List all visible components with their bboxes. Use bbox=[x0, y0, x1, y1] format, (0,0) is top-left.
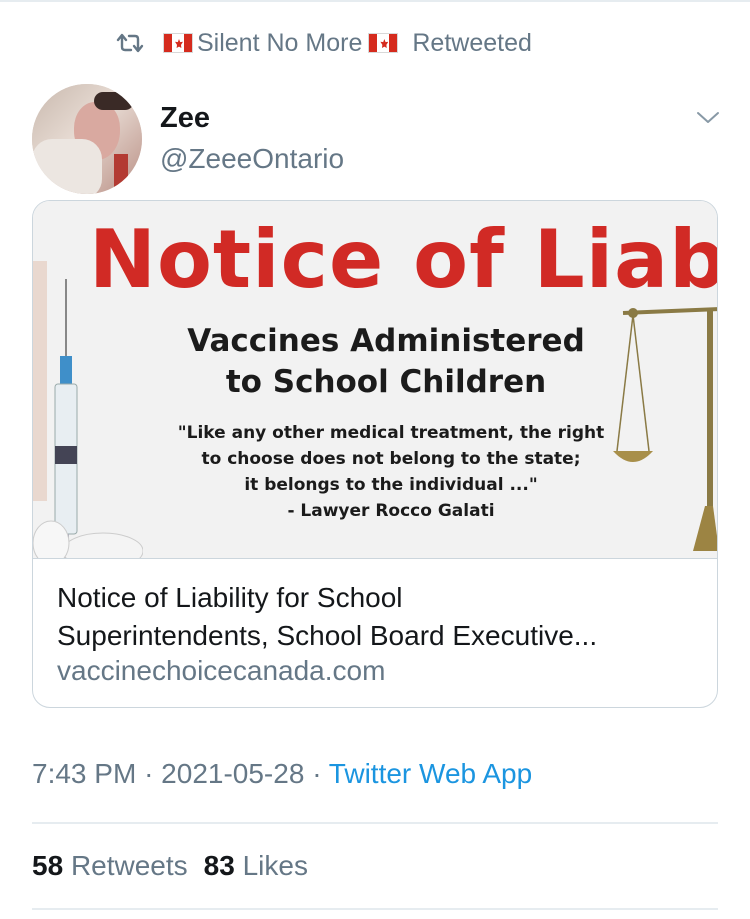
retweet-icon bbox=[116, 33, 144, 53]
tweet-time[interactable]: 7:43 PM bbox=[32, 758, 136, 789]
link-card-domain: vaccinechoicecanada.com bbox=[57, 655, 386, 686]
source-app-link[interactable]: Twitter Web App bbox=[329, 758, 532, 789]
avatar[interactable] bbox=[32, 84, 142, 194]
separator: · bbox=[144, 758, 154, 789]
likes-label: Likes bbox=[242, 850, 308, 881]
retweets-stat[interactable]: 58 Retweets bbox=[32, 850, 188, 881]
link-card[interactable]: Notice of Liabil Vaccines Administered t… bbox=[32, 200, 718, 708]
separator: · bbox=[312, 758, 322, 789]
engagement-stats: 58 Retweets 83 Likes bbox=[32, 850, 308, 882]
link-card-title-line: Notice of Liability for School bbox=[57, 582, 403, 613]
canada-flag-icon bbox=[163, 33, 193, 53]
link-card-title-line: Superintendents, School Board Executive.… bbox=[57, 620, 598, 651]
scales-of-justice-image bbox=[613, 307, 717, 551]
link-card-title[interactable]: Notice of Liability for School Superinte… bbox=[57, 579, 697, 655]
divider bbox=[32, 908, 718, 910]
retweets-label: Retweets bbox=[70, 850, 188, 881]
card-image-headline: Notice of Liabil bbox=[89, 213, 718, 306]
retweeter-name[interactable]: Silent No More bbox=[197, 29, 362, 58]
likes-count: 83 bbox=[203, 850, 235, 881]
author-display-name[interactable]: Zee bbox=[160, 102, 210, 135]
retweet-banner[interactable]: Silent No More Retweeted bbox=[115, 28, 532, 58]
link-card-image[interactable]: Notice of Liabil Vaccines Administered t… bbox=[33, 201, 718, 559]
likes-stat[interactable]: 83 Likes bbox=[204, 850, 308, 881]
canada-flag-icon bbox=[368, 33, 399, 53]
retweeted-label: Retweeted bbox=[412, 28, 532, 57]
chevron-down-icon[interactable] bbox=[696, 110, 720, 126]
top-divider bbox=[0, 0, 750, 2]
author-handle[interactable]: @ZeeeOntario bbox=[160, 143, 344, 175]
tweet-timestamp-row: 7:43 PM · 2021-05-28 · Twitter Web App bbox=[32, 758, 532, 790]
tweet-date[interactable]: 2021-05-28 bbox=[161, 758, 304, 789]
divider bbox=[32, 822, 718, 824]
retweets-count: 58 bbox=[32, 850, 64, 881]
